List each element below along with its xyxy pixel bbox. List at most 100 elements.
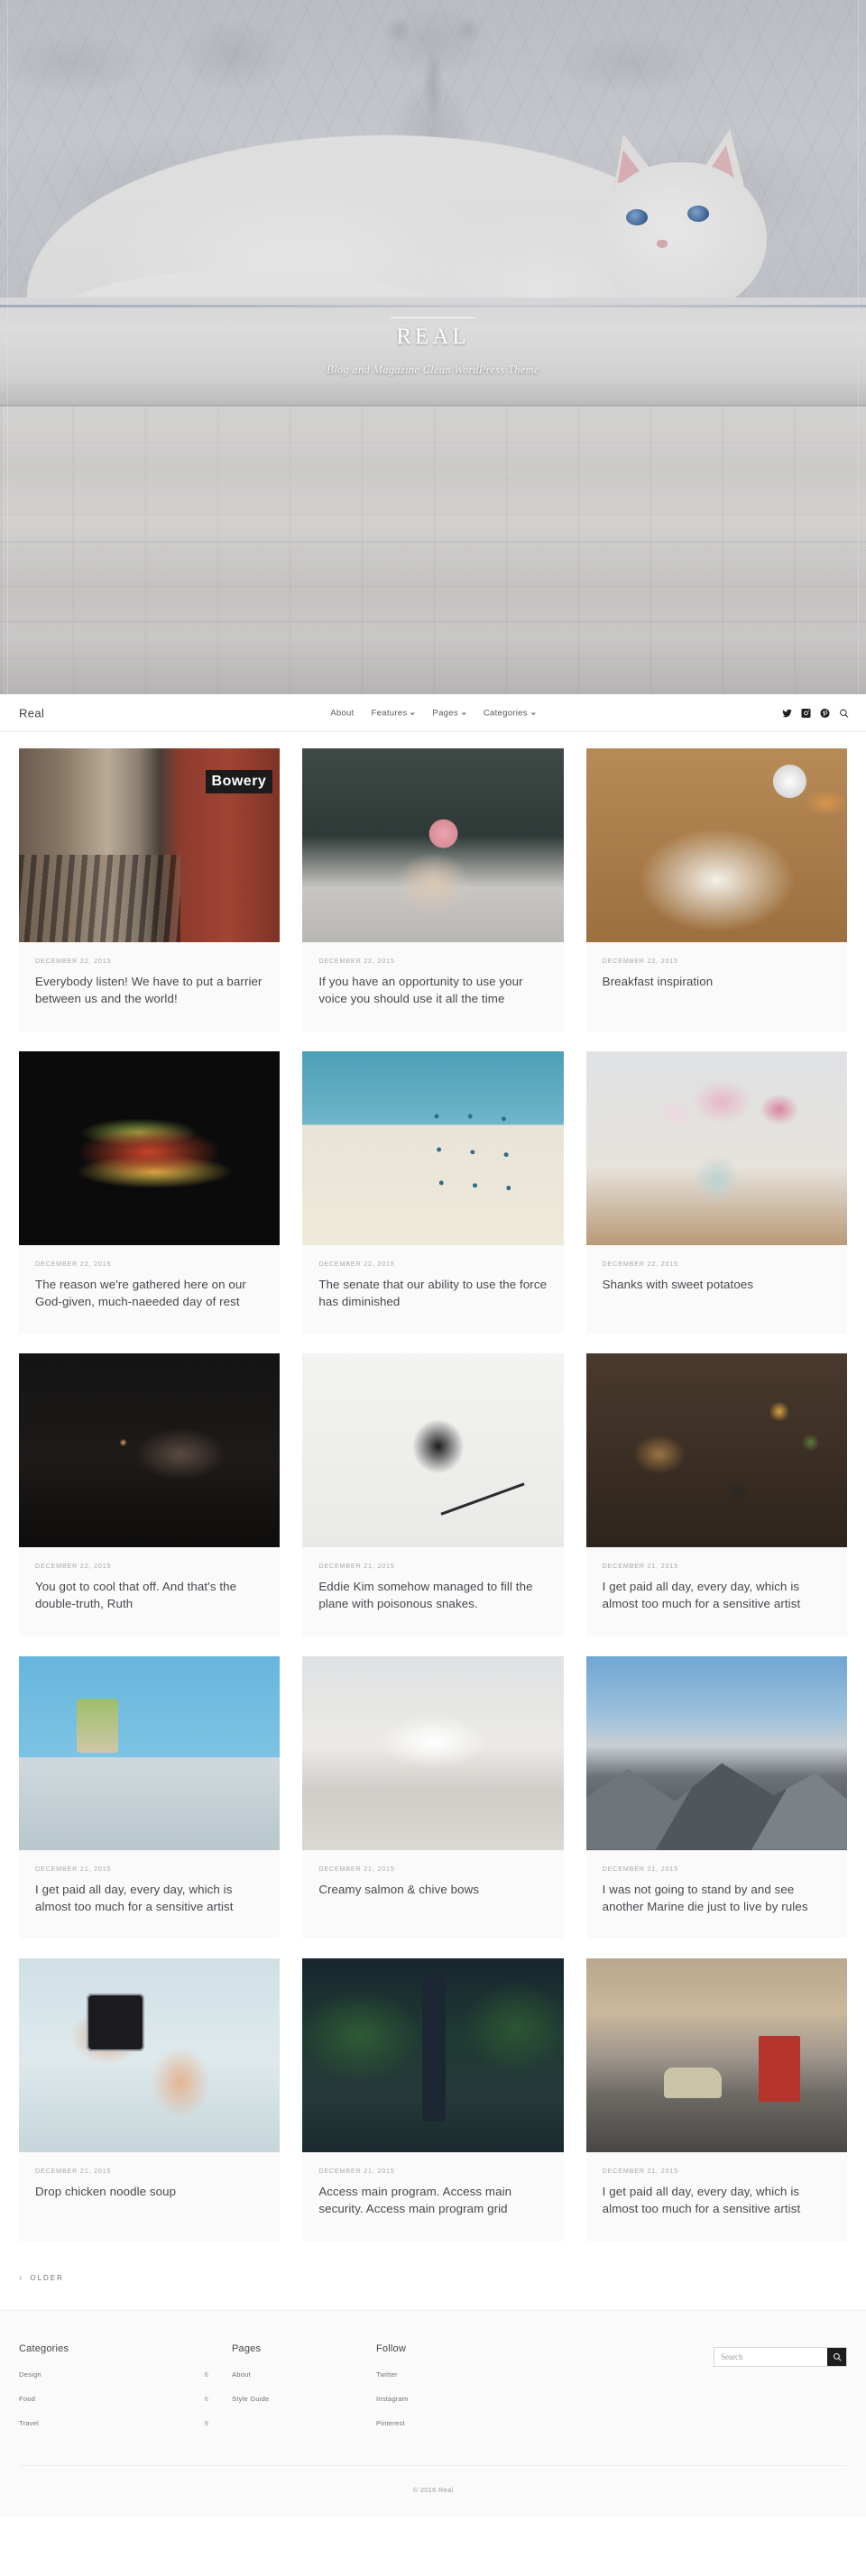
- post-card[interactable]: DECEMBER 22, 2015 Shanks with sweet pota…: [585, 1050, 847, 1334]
- post-date: DECEMBER 21, 2015: [602, 2167, 678, 2176]
- post-date: DECEMBER 21, 2015: [318, 2167, 395, 2176]
- search-submit-button[interactable]: [827, 2347, 846, 2366]
- post-date: DECEMBER 21, 2015: [35, 2167, 112, 2176]
- post-title[interactable]: I get paid all day, every day, which is …: [35, 1881, 263, 1916]
- post-title[interactable]: Access main program. Access main securit…: [318, 2183, 547, 2218]
- post-thumbnail[interactable]: [585, 1353, 847, 1548]
- post-thumbnail[interactable]: [302, 1958, 564, 2153]
- post-title[interactable]: If you have an opportunity to use your v…: [318, 973, 547, 1008]
- post-card-body: DECEMBER 22, 2015 Everybody listen! We h…: [19, 942, 280, 1031]
- nav-item-categories[interactable]: Categories: [484, 708, 536, 718]
- post-card[interactable]: DECEMBER 21, 2015 I get paid all day, ev…: [585, 1958, 847, 2241]
- search-icon[interactable]: [839, 708, 849, 718]
- post-title[interactable]: Shanks with sweet potatoes: [603, 1276, 831, 1293]
- footer-category-travel[interactable]: Travel 9: [19, 2419, 232, 2427]
- post-thumbnail[interactable]: [585, 1655, 847, 1850]
- twitter-icon[interactable]: [782, 708, 792, 718]
- pagination-bar: ‹ OLDER: [0, 2241, 866, 2311]
- post-card[interactable]: DECEMBER 21, 2015 I get paid all day, ev…: [585, 1353, 847, 1636]
- post-thumbnail[interactable]: [302, 1353, 564, 1548]
- site-logo[interactable]: Real: [19, 706, 44, 720]
- search-input[interactable]: [714, 2347, 827, 2366]
- post-card-body: DECEMBER 21, 2015 Access main program. A…: [302, 2152, 563, 2241]
- post-title[interactable]: I was not going to stand by and see anot…: [603, 1881, 831, 1916]
- footer-columns: Categories Design 6 Food 6 Travel 9 Page…: [19, 2343, 847, 2443]
- post-card-body: DECEMBER 21, 2015 I get paid all day, ev…: [586, 1547, 847, 1636]
- hero-subtitle: Blog and Magazine Clean WordPress Theme: [327, 363, 539, 376]
- footer-category-design[interactable]: Design 6: [19, 2370, 232, 2379]
- post-title[interactable]: I get paid all day, every day, which is …: [603, 2183, 831, 2218]
- post-card[interactable]: DECEMBER 21, 2015 I was not going to sta…: [585, 1655, 847, 1939]
- footer-page-about[interactable]: About: [232, 2370, 376, 2379]
- post-card[interactable]: DECEMBER 22, 2015 If you have an opportu…: [302, 748, 564, 1031]
- footer-search-box: [714, 2346, 847, 2367]
- nav-item-pages[interactable]: Pages: [432, 708, 466, 718]
- post-title[interactable]: Breakfast inspiration: [603, 973, 831, 990]
- post-date: DECEMBER 22, 2015: [602, 957, 678, 965]
- post-card-body: DECEMBER 22, 2015 Breakfast inspiration: [586, 942, 847, 1013]
- post-grid: DECEMBER 22, 2015 Everybody listen! We h…: [0, 732, 866, 2241]
- post-card-body: DECEMBER 21, 2015 I was not going to sta…: [586, 1850, 847, 1939]
- post-thumbnail[interactable]: [302, 1655, 564, 1850]
- nav-item-about[interactable]: About: [330, 708, 354, 718]
- nav-item-features[interactable]: Features: [372, 708, 416, 718]
- post-title[interactable]: Eddie Kim somehow managed to fill the pl…: [318, 1578, 547, 1613]
- hero-title: REAL: [391, 317, 475, 353]
- post-card[interactable]: DECEMBER 21, 2015 Creamy salmon & chive …: [302, 1655, 564, 1939]
- post-date: DECEMBER 22, 2015: [35, 1259, 112, 1268]
- post-card-body: DECEMBER 21, 2015 I get paid all day, ev…: [19, 1850, 280, 1939]
- post-card[interactable]: DECEMBER 21, 2015 I get paid all day, ev…: [19, 1655, 281, 1939]
- post-title[interactable]: Creamy salmon & chive bows: [318, 1881, 547, 1898]
- post-card[interactable]: DECEMBER 21, 2015 Eddie Kim somehow mana…: [302, 1353, 564, 1636]
- post-title[interactable]: You got to cool that off. And that's the…: [35, 1578, 263, 1613]
- hero-banner: REAL Blog and Magazine Clean WordPress T…: [0, 0, 866, 694]
- footer-follow-twitter[interactable]: Twitter: [376, 2370, 620, 2379]
- post-card[interactable]: DECEMBER 22, 2015 The reason we're gathe…: [19, 1050, 281, 1334]
- post-title[interactable]: Everybody listen! We have to put a barri…: [35, 973, 263, 1008]
- footer-category-count: 9: [204, 2418, 208, 2427]
- post-title[interactable]: I get paid all day, every day, which is …: [603, 1578, 831, 1613]
- post-thumbnail[interactable]: [19, 1050, 281, 1245]
- pinterest-icon[interactable]: [820, 708, 830, 718]
- footer-category-label: Food: [19, 2394, 36, 2403]
- post-title[interactable]: The senate that our ability to use the f…: [318, 1276, 547, 1311]
- hero-text-block: REAL Blog and Magazine Clean WordPress T…: [0, 0, 866, 694]
- post-thumbnail[interactable]: [302, 1050, 564, 1245]
- nav-item-about-label: About: [330, 708, 355, 718]
- site-footer: Categories Design 6 Food 6 Travel 9 Page…: [0, 2310, 866, 2517]
- post-card[interactable]: DECEMBER 22, 2015 The senate that our ab…: [302, 1050, 564, 1334]
- post-card[interactable]: DECEMBER 22, 2015 Breakfast inspiration: [585, 748, 847, 1031]
- post-thumbnail[interactable]: [302, 748, 564, 942]
- instagram-icon[interactable]: [801, 708, 811, 718]
- post-card[interactable]: DECEMBER 22, 2015 Everybody listen! We h…: [19, 748, 281, 1031]
- post-card[interactable]: DECEMBER 21, 2015 Access main program. A…: [302, 1958, 564, 2241]
- post-title[interactable]: The reason we're gathered here on our Go…: [35, 1276, 263, 1311]
- post-card[interactable]: DECEMBER 21, 2015 Drop chicken noodle so…: [19, 1958, 281, 2241]
- footer-follow-pinterest[interactable]: Pinterest: [376, 2419, 620, 2427]
- post-thumbnail[interactable]: [19, 1353, 281, 1548]
- post-date: DECEMBER 22, 2015: [35, 957, 112, 965]
- post-thumbnail[interactable]: [585, 1050, 847, 1245]
- post-card-body: DECEMBER 21, 2015 Drop chicken noodle so…: [19, 2152, 280, 2223]
- main-menu: About Features Pages Categories: [330, 708, 536, 718]
- post-thumbnail[interactable]: [19, 1655, 281, 1850]
- post-date: DECEMBER 22, 2015: [602, 1259, 678, 1268]
- post-card-body: DECEMBER 21, 2015 I get paid all day, ev…: [586, 2152, 847, 2241]
- post-thumbnail[interactable]: [19, 748, 281, 942]
- footer-categories-column: Categories Design 6 Food 6 Travel 9: [19, 2343, 232, 2443]
- post-date: DECEMBER 21, 2015: [602, 1864, 678, 1873]
- site-navbar: Real About Features Pages Categories: [0, 694, 866, 732]
- footer-follow-heading: Follow: [376, 2342, 406, 2354]
- chevron-down-icon: [410, 712, 416, 715]
- footer-page-style-guide[interactable]: Style Guide: [232, 2395, 376, 2403]
- post-thumbnail[interactable]: [585, 748, 847, 942]
- post-thumbnail[interactable]: [585, 1958, 847, 2153]
- footer-category-food[interactable]: Food 6: [19, 2395, 232, 2403]
- older-posts-link[interactable]: ‹ OLDER: [19, 2273, 64, 2283]
- post-title[interactable]: Drop chicken noodle soup: [35, 2183, 263, 2200]
- post-date: DECEMBER 21, 2015: [602, 1562, 678, 1571]
- post-card-body: DECEMBER 21, 2015 Creamy salmon & chive …: [302, 1850, 563, 1921]
- post-card[interactable]: DECEMBER 22, 2015 You got to cool that o…: [19, 1353, 281, 1636]
- footer-follow-instagram[interactable]: Instagram: [376, 2395, 620, 2403]
- post-thumbnail[interactable]: [19, 1958, 281, 2153]
